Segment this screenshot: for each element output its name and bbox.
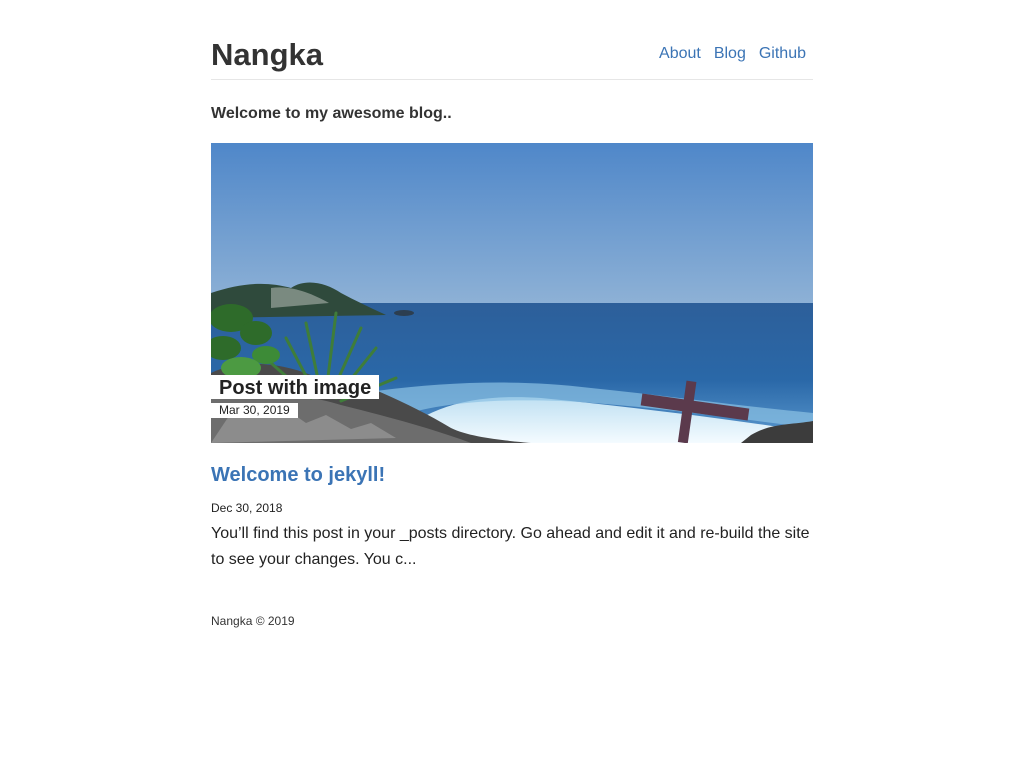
intro-text: Welcome to my awesome blog.. [211,105,452,122]
post-date: Dec 30, 2018 [211,501,283,515]
site-title-link[interactable]: Nangka [211,37,323,73]
site-nav: About Blog Github [659,44,806,64]
site-footer: Nangka © 2019 [211,614,295,628]
featured-post-card[interactable]: Post with image Mar 30, 2019 [211,143,813,443]
post-title-link[interactable]: Welcome to jekyll! [211,463,385,487]
featured-post-title: Post with image [211,375,380,399]
site-header: Nangka About Blog Github [211,0,813,80]
post-excerpt: You’ll find this post in your _posts dir… [211,525,810,568]
nav-link-about[interactable]: About [659,44,701,64]
featured-post-date: Mar 30, 2019 [211,403,298,418]
nav-link-github[interactable]: Github [759,44,806,64]
page-container: Nangka About Blog Github Welcome to my a… [211,0,813,628]
nav-link-blog[interactable]: Blog [714,44,746,64]
